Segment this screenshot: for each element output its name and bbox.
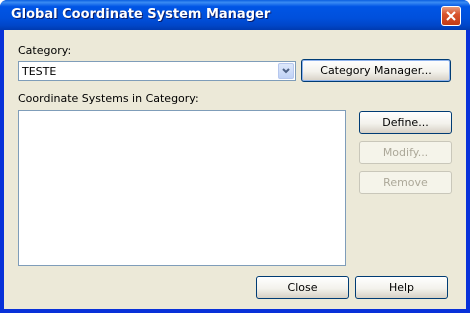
title-bar[interactable]: Global Coordinate System Manager xyxy=(0,0,470,30)
modify-button[interactable]: Modify... xyxy=(359,141,452,164)
window-title: Global Coordinate System Manager xyxy=(11,7,271,22)
dropdown-button[interactable] xyxy=(278,63,294,79)
dialog-window: Global Coordinate System Manager Categor… xyxy=(0,0,470,313)
close-icon xyxy=(446,11,456,21)
close-button[interactable]: Close xyxy=(256,276,349,299)
category-selected-value: TESTE xyxy=(22,65,57,78)
help-button[interactable]: Help xyxy=(355,276,448,299)
category-dropdown[interactable]: TESTE xyxy=(18,61,296,81)
category-manager-button[interactable]: Category Manager... xyxy=(301,59,451,82)
coordinate-systems-label: Coordinate Systems in Category: xyxy=(18,92,199,105)
coordinate-systems-list[interactable] xyxy=(18,110,346,266)
dialog-body: Category: TESTE Category Manager... Coor… xyxy=(4,30,466,309)
chevron-down-icon xyxy=(282,68,290,74)
close-window-button[interactable] xyxy=(441,6,461,26)
define-button[interactable]: Define... xyxy=(359,111,452,134)
remove-button[interactable]: Remove xyxy=(359,171,452,194)
category-label: Category: xyxy=(18,44,72,57)
